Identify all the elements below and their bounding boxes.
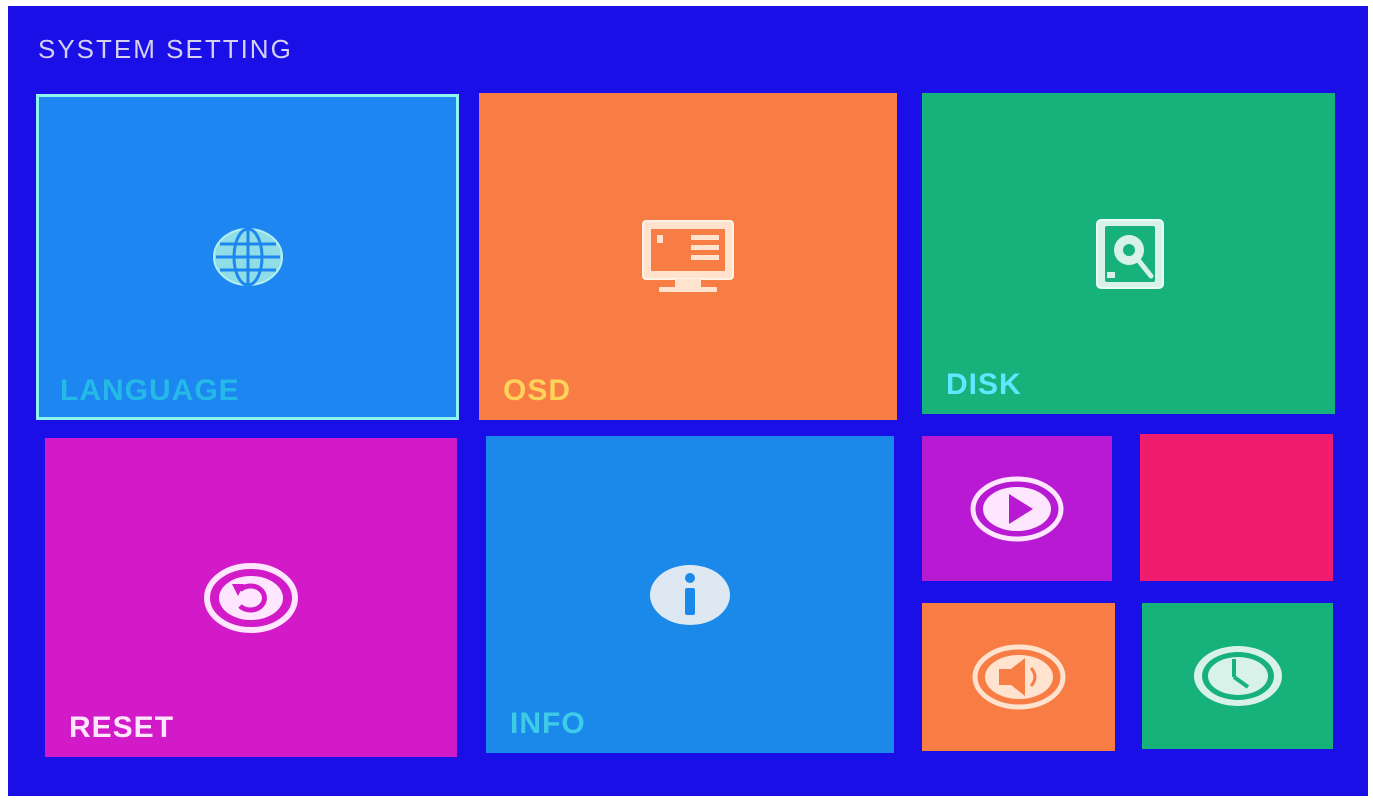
blank-tile[interactable] — [1140, 434, 1333, 581]
monitor-icon — [642, 219, 734, 292]
playback-tile[interactable] — [922, 436, 1112, 581]
reset-tile[interactable]: RESET — [45, 438, 457, 757]
globe-icon — [212, 227, 283, 287]
time-tile[interactable] — [1142, 603, 1333, 749]
hard-disk-icon — [1095, 218, 1164, 289]
reset-icon — [204, 562, 298, 633]
disk-tile[interactable]: DISK — [922, 93, 1335, 414]
info-icon — [650, 564, 730, 625]
osd-label: OSD — [503, 374, 572, 407]
reset-label: RESET — [69, 711, 175, 744]
info-label: INFO — [510, 707, 586, 740]
info-tile[interactable]: INFO — [486, 436, 894, 753]
osd-tile[interactable]: OSD — [479, 93, 897, 420]
language-label: LANGUAGE — [60, 374, 240, 407]
system-setting-screen: SYSTEM SETTING LANGUAGE OSD DISK RESET I… — [8, 6, 1368, 796]
speaker-icon — [972, 644, 1065, 710]
language-tile[interactable]: LANGUAGE — [36, 94, 459, 420]
disk-label: DISK — [946, 368, 1022, 401]
clock-icon — [1193, 646, 1282, 706]
play-icon — [970, 476, 1064, 541]
audio-tile[interactable] — [922, 603, 1115, 751]
page-title: SYSTEM SETTING — [38, 34, 293, 64]
